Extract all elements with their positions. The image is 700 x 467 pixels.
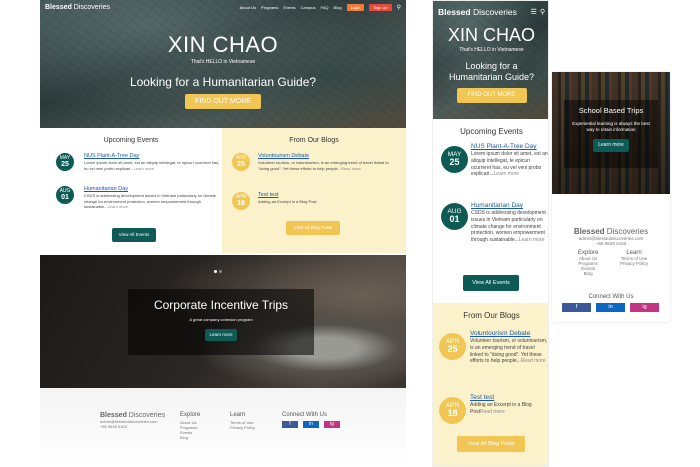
read-more-link[interactable]: Read more xyxy=(521,358,546,364)
login-button[interactable]: Login xyxy=(346,3,365,11)
find-out-more-button[interactable]: FIND OUT MORE xyxy=(456,88,527,103)
event-title[interactable]: Humanitarian Day xyxy=(471,202,548,209)
corporate-learn-more-button[interactable]: Learn more xyxy=(205,329,237,341)
hero-question: Looking for a Humanitarian Guide? xyxy=(129,75,317,89)
facebook-icon[interactable]: f xyxy=(282,421,298,428)
desktop-view: Blessed Discoveries About Us Programs Ev… xyxy=(40,0,406,467)
blogs-section: From Our Blogs APR 25 Voluntourism Debate… xyxy=(222,128,406,253)
mobile-hero: Blessed Discoveries ☰ ⚲ XIN CHAO That's … xyxy=(433,1,548,119)
view-all-blog-posts-button[interactable]: View All Blog Posts xyxy=(457,436,525,452)
mobile-view: Blessed Discoveries ☰ ⚲ XIN CHAO That's … xyxy=(432,0,549,467)
learn-more-link[interactable]: Learn more xyxy=(108,204,128,209)
explore-heading: Explore xyxy=(180,412,201,418)
blog-excerpt: Adding an Excerpt in a Blog Post xyxy=(258,199,317,204)
mobile-navbar: Blessed Discoveries ☰ ⚲ xyxy=(433,1,548,23)
events-section: Upcoming Events MAY 25 NUS Plant-A-Tree D… xyxy=(40,128,222,253)
event-title[interactable]: NUS Plant-A-Tree Day xyxy=(84,153,224,159)
event-title[interactable]: NUS Plant-A-Tree Day xyxy=(471,143,548,150)
nav-item-programs[interactable]: Programs xyxy=(261,5,278,10)
instagram-icon[interactable]: ig xyxy=(630,303,659,312)
view-all-events-button[interactable]: View All Events xyxy=(112,228,156,242)
learn-more-link[interactable]: Learn more xyxy=(519,237,545,243)
events-heading: Upcoming Events xyxy=(103,137,159,144)
event-excerpt: CSDS is addressing development issues in… xyxy=(84,193,216,209)
learn-heading: Learn xyxy=(230,412,246,418)
nav-item-about[interactable]: About Us xyxy=(240,5,256,10)
school-trips-slide: School Based Trips Experiential learning… xyxy=(552,72,670,194)
footer-link[interactable]: Privacy Policy xyxy=(230,425,255,430)
footer-phone: +65 9648 5163 xyxy=(595,241,627,246)
search-icon[interactable]: ⚲ xyxy=(397,4,401,11)
read-more-link[interactable]: Read more xyxy=(341,166,361,171)
footer-link[interactable]: Blog xyxy=(180,435,200,440)
menu-icon[interactable]: ☰ xyxy=(531,8,537,16)
school-learn-more-button[interactable]: Learn more xyxy=(593,139,629,152)
learn-more-link[interactable]: Learn more xyxy=(134,166,154,171)
footer-brand: Blessed Discoveries xyxy=(573,227,649,236)
view-all-events-button[interactable]: View All Events xyxy=(463,275,519,291)
event-title[interactable]: Humanitarian Day xyxy=(84,186,224,192)
footer-link[interactable]: Blog xyxy=(578,271,598,276)
blog-excerpt: Volunteer tourism, or voluntourism, is a… xyxy=(258,160,389,171)
blog-title[interactable]: Test test xyxy=(258,192,396,198)
brand-logo[interactable]: Blessed Discoveries xyxy=(45,4,110,11)
corporate-subtitle: A great company cohesion program xyxy=(189,317,253,322)
nav-item-faq[interactable]: FAQ xyxy=(321,5,329,10)
facebook-icon[interactable]: f xyxy=(562,303,591,312)
mobile-blogs-section: From Our Blogs APR 25 Voluntourism Debate… xyxy=(433,303,548,466)
search-icon[interactable]: ⚲ xyxy=(540,8,545,16)
school-subtitle: Experiential learning is always the best… xyxy=(572,121,650,132)
corporate-slider: Corporate Incentive Trips A great compan… xyxy=(40,255,406,388)
event-date-badge: AUG 01 xyxy=(441,203,468,230)
blogs-heading: From Our Blogs xyxy=(289,137,339,144)
blog-date-badge: APR 25 xyxy=(232,153,250,171)
corporate-title: Corporate Incentive Trips xyxy=(153,298,289,312)
read-more-link[interactable]: Read more xyxy=(480,409,505,415)
nav-item-events[interactable]: Events xyxy=(283,5,295,10)
find-out-more-button[interactable]: FIND OUT MORE xyxy=(185,94,261,109)
event-date-badge: MAY 25 xyxy=(441,146,468,173)
hero-question: Looking for a Humanitarian Guide? xyxy=(448,61,535,82)
connect-heading: Connect With Us xyxy=(282,412,328,418)
instagram-icon[interactable]: ig xyxy=(324,421,340,428)
blog-date-badge: APR 18 xyxy=(439,397,466,424)
blog-title[interactable]: Test test xyxy=(470,394,548,401)
footer-phone: +65 9648 5163 xyxy=(100,424,127,429)
events-heading: Upcoming Events xyxy=(460,127,523,136)
learn-more-link[interactable]: Learn more xyxy=(494,171,520,177)
slider-dots[interactable] xyxy=(214,270,222,273)
panel-footer: Blessed Discoveries admin@blesseddiscove… xyxy=(552,212,670,322)
signup-button[interactable]: Sign Up xyxy=(369,3,392,11)
footer-link[interactable]: Privacy Policy xyxy=(620,261,648,266)
blog-date-badge: APR 18 xyxy=(232,192,250,210)
footer-brand: Blessed Discoveries xyxy=(100,412,165,419)
event-date-badge: MAY 25 xyxy=(56,153,74,171)
hero-title: XIN CHAO xyxy=(167,32,279,57)
blog-title[interactable]: Voluntourism Debate xyxy=(470,330,548,337)
hero-subtitle: That's HELLO in Vietnamese xyxy=(190,59,256,65)
nav-item-blog[interactable]: Blog xyxy=(334,5,342,10)
school-card: School Based Trips Experiential learning… xyxy=(564,100,658,168)
linkedin-icon[interactable]: in xyxy=(596,303,625,312)
desktop-navbar: Blessed Discoveries About Us Programs Ev… xyxy=(40,0,406,14)
blog-date-badge: APR 25 xyxy=(439,333,466,360)
corporate-card: Corporate Incentive Trips A great compan… xyxy=(128,289,314,355)
hero-title: XIN CHAO xyxy=(447,25,535,45)
school-title: School Based Trips xyxy=(578,106,644,115)
hero-subtitle: That's HELLO in Vietnamese xyxy=(459,47,524,53)
view-all-blog-posts-button[interactable]: View All Blog Posts xyxy=(286,221,340,235)
desktop-footer: Blessed Discoveries admin@blesseddiscove… xyxy=(40,388,406,467)
school-trips-panel: School Based Trips Experiential learning… xyxy=(552,72,670,322)
event-date-badge: AUG 01 xyxy=(56,186,74,204)
mobile-events-section: Upcoming Events MAY 25 NUS Plant-A-Tree D… xyxy=(433,119,548,303)
blog-title[interactable]: Voluntourism Debate xyxy=(258,153,396,159)
nav-item-campus[interactable]: Campus xyxy=(301,5,316,10)
hero-section: Blessed Discoveries About Us Programs Ev… xyxy=(40,0,406,128)
linkedin-icon[interactable]: in xyxy=(303,421,319,428)
connect-heading: Connect With Us xyxy=(588,294,634,300)
blogs-heading: From Our Blogs xyxy=(463,311,520,320)
brand-logo[interactable]: Blessed Discoveries xyxy=(438,7,517,17)
nav-links: About Us Programs Events Campus FAQ Blog… xyxy=(240,3,401,11)
